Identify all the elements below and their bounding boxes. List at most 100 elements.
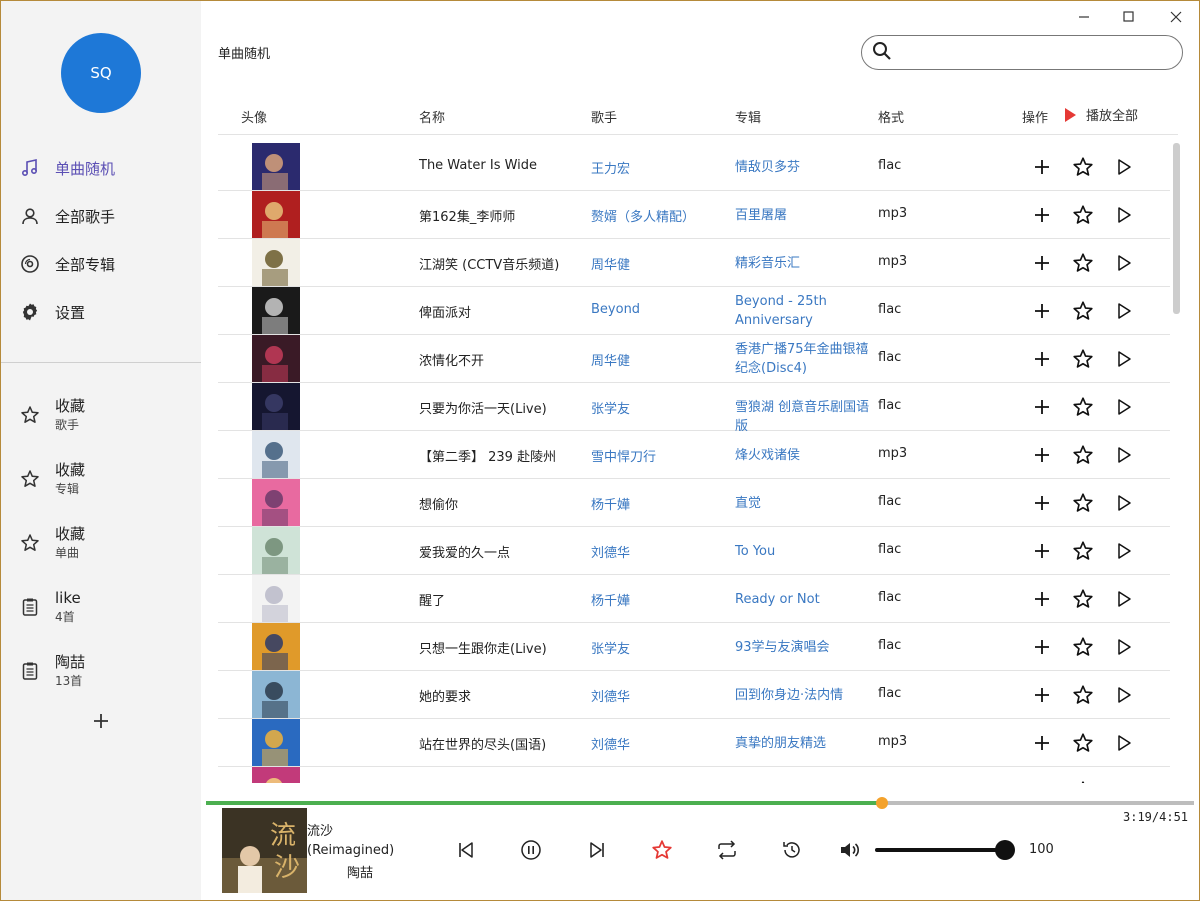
favorite-song-button[interactable] [1071,683,1095,707]
play-song-button[interactable] [1112,587,1136,611]
song-artist-link[interactable]: 雪中悍刀行 [591,446,656,465]
song-album-link[interactable]: 直觉 [735,494,870,513]
favorite-button[interactable] [650,838,674,862]
song-artist-link[interactable]: 张学友 [591,638,630,657]
sidebar-item-playlist-like[interactable]: like 4首 [1,579,201,635]
add-to-playlist-button[interactable] [1030,395,1054,419]
history-button[interactable] [780,838,804,862]
sidebar-item-all-artists[interactable]: 全部歌手 [1,196,201,236]
add-to-playlist-button[interactable] [1030,299,1054,323]
table-row[interactable]: The Water Is Wide 王力宏 情敌贝多芬 flac [218,143,1170,191]
play-song-button[interactable] [1112,539,1136,563]
song-album-link[interactable]: 精彩音乐汇 [735,254,870,273]
table-row[interactable]: 只要为你活一天(Live) 张学友 雪狼湖 创意音乐剧国语版 flac [218,383,1170,434]
table-row[interactable]: 她的要求 刘德华 回到你身边·法内情 flac [218,671,1170,719]
favorite-song-button[interactable] [1071,635,1095,659]
add-to-playlist-button[interactable] [1030,779,1054,783]
sidebar-item-fav-artists[interactable]: 收藏 歌手 [1,387,201,443]
progress-knob[interactable] [875,797,888,809]
sidebar-item-settings[interactable]: 设置 [1,292,201,332]
favorite-song-button[interactable] [1071,491,1095,515]
song-album-link[interactable]: 真挚的朋友精选 [735,734,870,753]
play-song-button[interactable] [1112,443,1136,467]
table-row[interactable]: 醒了 杨千嬅 Ready or Not flac [218,575,1170,623]
song-artist-link[interactable]: 周华健 [591,350,630,369]
favorite-song-button[interactable] [1071,347,1095,371]
add-playlist-button[interactable] [89,709,113,733]
sidebar-item-fav-albums[interactable]: 收藏 专辑 [1,451,201,507]
song-album-link[interactable]: Ready or Not [735,590,870,609]
add-to-playlist-button[interactable] [1030,155,1054,179]
song-album-link[interactable]: 百里屠屠 [735,206,870,225]
add-to-playlist-button[interactable] [1030,203,1054,227]
pause-button[interactable] [519,838,543,862]
play-song-button[interactable] [1112,635,1136,659]
previous-button[interactable] [454,838,478,862]
song-artist-link[interactable]: 张学友 [591,398,630,417]
sidebar-item-all-albums[interactable]: 全部专辑 [1,244,201,284]
favorite-song-button[interactable] [1071,203,1095,227]
play-song-button[interactable] [1112,683,1136,707]
favorite-song-button[interactable] [1071,779,1095,783]
volume-knob[interactable] [995,840,1015,860]
favorite-song-button[interactable] [1071,155,1095,179]
table-row[interactable]: 江湖笑 (CCTV音乐频道) 周华健 精彩音乐汇 mp3 [218,239,1170,287]
song-artist-link[interactable]: 刘德华 [591,542,630,561]
song-artist-link[interactable]: Beyond [591,302,640,317]
favorite-song-button[interactable] [1071,251,1095,275]
sidebar-item-single-random[interactable]: 单曲随机 [1,148,201,188]
favorite-song-button[interactable] [1071,587,1095,611]
play-song-button[interactable] [1112,203,1136,227]
close-button[interactable] [1165,6,1187,28]
favorite-song-button[interactable] [1071,299,1095,323]
play-song-button[interactable] [1112,299,1136,323]
minimize-button[interactable] [1073,6,1095,28]
song-artist-link[interactable]: 杨千嬅 [591,494,630,513]
song-artist-link[interactable]: 周华健 [591,254,630,273]
add-to-playlist-button[interactable] [1030,251,1054,275]
table-row[interactable]: 【第二季】 239 赴陵州 雪中悍刀行 烽火戏诸侯 mp3 [218,431,1170,479]
volume-slider[interactable] [875,840,1015,860]
add-to-playlist-button[interactable] [1030,683,1054,707]
favorite-song-button[interactable] [1071,443,1095,467]
song-artist-link[interactable]: 杨千嬅 [591,590,630,609]
add-to-playlist-button[interactable] [1030,443,1054,467]
play-song-button[interactable] [1112,731,1136,755]
favorite-song-button[interactable] [1071,539,1095,563]
play-song-button[interactable] [1112,779,1136,783]
table-row[interactable]: 浓情化不开 周华健 香港广播75年金曲银禧纪念(Disc4) flac [218,335,1170,383]
play-song-button[interactable] [1112,347,1136,371]
table-row[interactable]: 爱我爱的久一点 刘德华 To You flac [218,527,1170,575]
table-row[interactable] [218,767,1170,783]
play-song-button[interactable] [1112,155,1136,179]
table-row[interactable]: 第162集_李师师 赘婿（多人精配） 百里屠屠 mp3 [218,191,1170,239]
table-row[interactable]: 想偷你 杨千嬅 直觉 flac [218,479,1170,527]
add-to-playlist-button[interactable] [1030,731,1054,755]
add-to-playlist-button[interactable] [1030,539,1054,563]
play-all-button[interactable]: 播放全部 [1064,105,1138,124]
favorite-song-button[interactable] [1071,731,1095,755]
scrollbar[interactable] [1173,143,1180,314]
table-row[interactable]: 俾面派对 Beyond Beyond - 25th Anniversary flac [218,287,1170,335]
song-artist-link[interactable]: 刘德华 [591,734,630,753]
song-album-link[interactable]: 情敌贝多芬 [735,158,870,177]
table-row[interactable]: 只想一生跟你走(Live) 张学友 93学与友演唱会 flac [218,623,1170,671]
avatar[interactable]: SQ [61,33,141,113]
repeat-button[interactable] [715,838,739,862]
song-album-link[interactable]: To You [735,542,870,561]
add-to-playlist-button[interactable] [1030,587,1054,611]
table-row[interactable]: 站在世界的尽头(国语) 刘德华 真挚的朋友精选 mp3 [218,719,1170,767]
song-album-link[interactable]: 回到你身边·法内情 [735,686,870,705]
song-album-link[interactable]: 香港广播75年金曲银禧纪念(Disc4) [735,340,870,378]
next-button[interactable] [585,838,609,862]
sidebar-item-playlist-taozhe[interactable]: 陶喆 13首 [1,643,201,699]
add-to-playlist-button[interactable] [1030,347,1054,371]
song-artist-link[interactable]: 赘婿（多人精配） [591,206,695,225]
play-song-button[interactable] [1112,251,1136,275]
search-input[interactable] [898,37,1182,68]
song-album-link[interactable]: 烽火戏诸侯 [735,446,870,465]
play-song-button[interactable] [1112,395,1136,419]
song-artist-link[interactable]: 刘德华 [591,686,630,705]
volume-button[interactable] [838,838,862,862]
sidebar-item-fav-songs[interactable]: 收藏 单曲 [1,515,201,571]
